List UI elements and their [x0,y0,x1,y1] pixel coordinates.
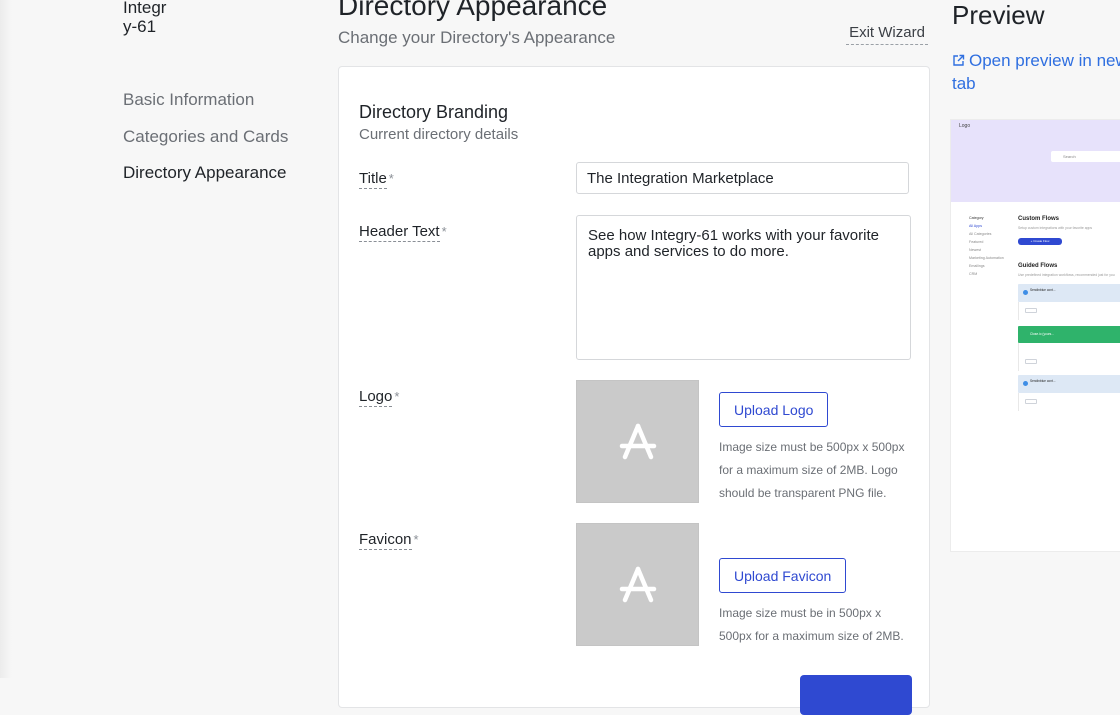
title-input[interactable] [576,162,909,194]
workspace-name-line-2: y-61 [123,17,157,36]
favicon-image-placeholder [576,523,699,646]
preview-flow-tag [1025,399,1037,404]
preview-category-item: CRM [969,272,978,276]
section-title: Directory Branding [359,102,509,122]
preview-category-item: All Categories [969,232,992,236]
app-store-icon [619,423,656,459]
preview-custom-flows-title: Custom Flows [1018,216,1060,222]
wizard-steps-nav: Basic Information Categories and Cards D… [123,88,288,198]
preview-category-item: All Apps [969,224,982,228]
directory-preview-thumbnail[interactable]: Logo Search Category All Apps All Catego… [950,119,1120,552]
preview-create-flow-button: + Create Flow [1018,238,1062,245]
favicon-size-hint: Image size must be in 500px x 500px for … [719,606,904,643]
next-step-button[interactable] [800,675,912,715]
page-subtitle: Change your Directory's Appearance [338,28,616,47]
preview-title: Preview [952,0,1045,30]
header-text-field-label: Header Text * [359,222,447,242]
preview-flow-card [1018,284,1120,302]
page-title: Directory Appearance [338,0,608,21]
exit-wizard-button[interactable]: Exit Wizard [846,23,928,45]
required-marker: * [394,389,400,404]
app-store-icon [619,566,656,602]
logo-label-text: Logo [359,388,393,407]
workspace-name-line-1: Integr [123,0,167,17]
preview-category-item: Emailings [969,264,985,268]
preview-category-item: Featured [969,240,984,244]
logo-image-placeholder [576,380,699,503]
preview-flow-tag [1025,308,1037,313]
required-marker: * [441,224,447,239]
workspace-name: Integr y-61 [123,0,166,36]
required-marker: * [413,532,419,547]
logo-size-hint: Image size must be 500px x 500px for a m… [719,440,905,500]
required-marker: * [388,171,394,186]
upload-logo-button[interactable]: Upload Logo [719,392,829,427]
preview-category-item: Newest [969,248,981,252]
favicon-label-text: Favicon [359,531,412,550]
preview-flow-title: Sendinblue cont... [1030,288,1056,292]
directory-branding-card: Directory Branding Current directory det… [338,66,930,715]
preview-category-item: Marketing Automation [969,256,1004,260]
nav-item-directory-appearance[interactable]: Directory Appearance [123,161,288,198]
open-preview-link[interactable]: Open preview in new tab [952,49,1120,95]
header-text-label-text: Header Text [359,223,440,242]
preview-search-box: Search [1051,151,1120,162]
logo-field-label: Logo * [359,387,399,407]
title-field-label: Title * [359,169,394,189]
preview-flow-tag [1025,359,1037,364]
preview-category-label: Category [969,216,984,220]
title-label-text: Title [359,170,387,189]
preview-custom-flows-desc: Setup custom integrations with your favo… [1018,226,1093,230]
preview-flow-title: Close.io (yours... [1030,332,1054,336]
preview-flow-card-body [1018,343,1120,371]
preview-app-icon [1023,290,1028,295]
preview-app-icon [1023,381,1028,386]
section-subtitle: Current directory details [359,126,519,143]
external-link-icon [953,54,965,66]
preview-flow-title: Sendinblue cont... [1030,379,1056,383]
preview-flow-card [1018,375,1120,393]
upload-favicon-button[interactable]: Upload Favicon [719,558,847,593]
favicon-field-label: Favicon * [359,530,419,550]
header-text-input[interactable]: See how Integry-61 works with your favor… [576,215,911,360]
left-edge-shadow [0,0,12,678]
nav-item-basic-information[interactable]: Basic Information [123,88,288,125]
nav-item-categories-and-cards[interactable]: Categories and Cards [123,125,288,162]
preview-guided-flows-title: Guided Flows [1018,263,1058,269]
preview-guided-flows-desc: Use predefined integration workflows, re… [1018,273,1115,277]
preview-logo: Logo [959,123,971,129]
open-preview-link-text: Open preview in new tab [952,51,1120,93]
